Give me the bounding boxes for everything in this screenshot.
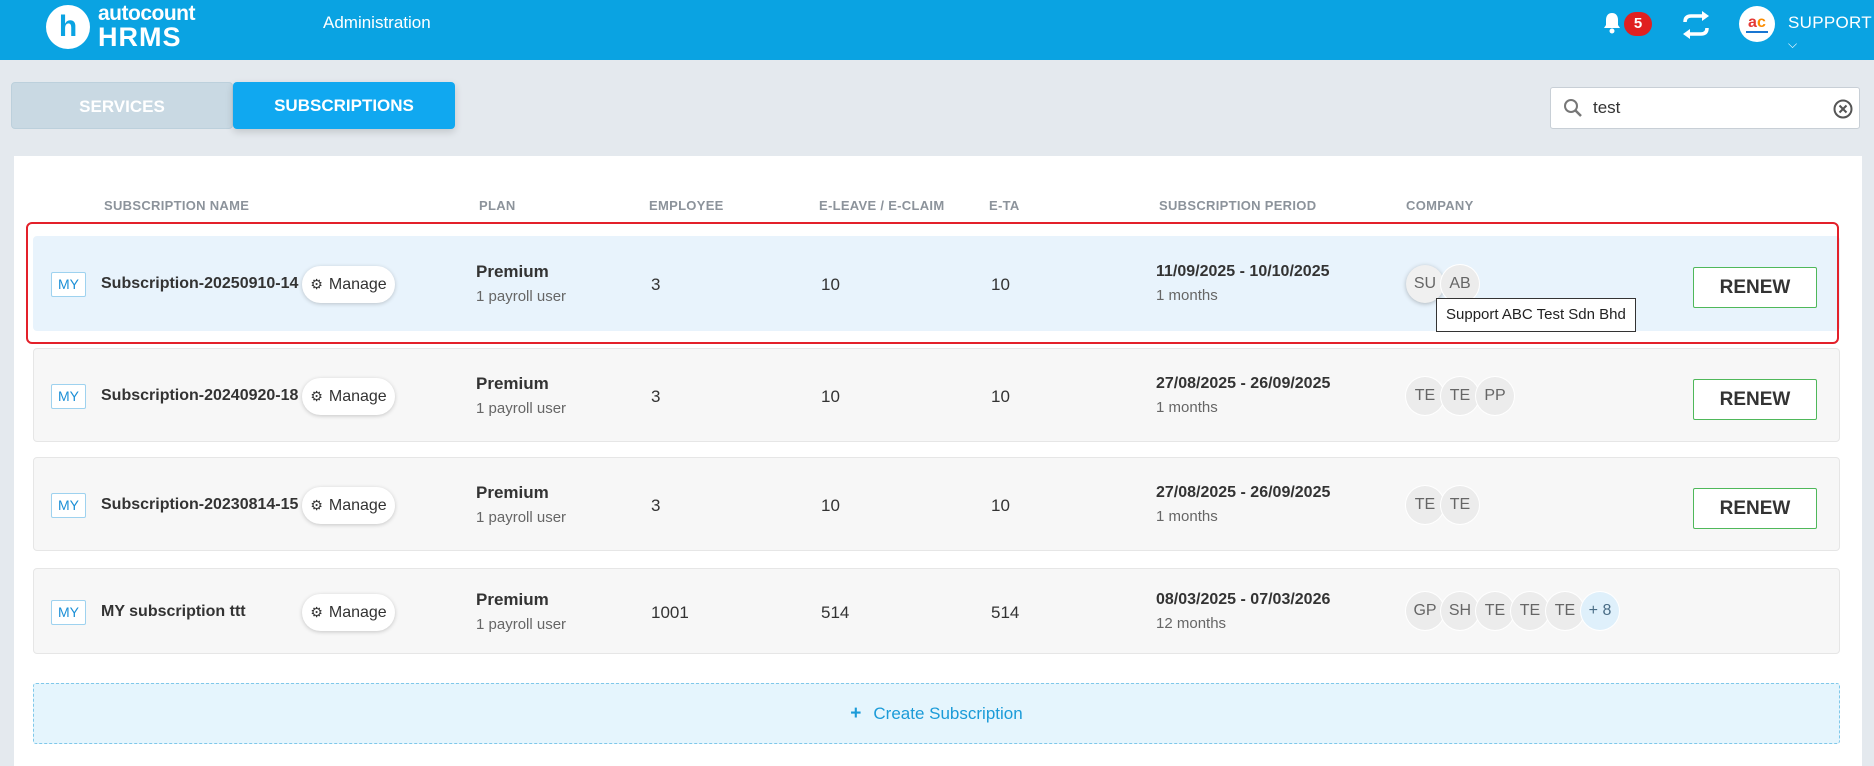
company-avatar[interactable]: TE <box>1511 592 1549 630</box>
subscription-name: Subscription-20240920-18 <box>101 387 299 404</box>
more-companies-chip[interactable]: + 8 <box>1581 592 1619 630</box>
plan-cell: Premium 1 payroll user <box>476 590 566 633</box>
period-range: 27/08/2025 - 26/09/2025 <box>1156 375 1331 392</box>
eleave-eclaim-count: 10 <box>821 496 840 515</box>
period-duration: 12 months <box>1156 615 1227 632</box>
country-badge: MY <box>51 384 86 409</box>
plan-cell: Premium 1 payroll user <box>476 374 566 417</box>
gear-icon: ⚙ <box>310 497 323 513</box>
create-subscription-button[interactable]: + Create Subscription <box>33 683 1840 744</box>
period-cell: 27/08/2025 - 26/09/2025 1 months <box>1156 484 1330 525</box>
company-avatars: TE TE <box>1406 486 1479 524</box>
period-duration: 1 months <box>1156 399 1218 416</box>
gear-icon: ⚙ <box>310 604 323 620</box>
eleave-eclaim-count: 514 <box>821 603 850 622</box>
manage-label: Manage <box>328 387 387 405</box>
svg-text:c: c <box>1757 14 1766 31</box>
country-badge: MY <box>51 493 86 518</box>
nav-administration[interactable]: Administration <box>323 13 431 33</box>
plan-detail: 1 payroll user <box>476 509 567 526</box>
renew-button[interactable]: RENEW <box>1693 488 1817 529</box>
create-subscription-label: Create Subscription <box>873 703 1023 723</box>
col-header-subscription-name: SUBSCRIPTION NAME <box>104 198 250 213</box>
col-header-company: COMPANY <box>1406 198 1474 213</box>
company-avatar[interactable]: SH <box>1441 592 1479 630</box>
app-logo[interactable]: h autocount HRMS <box>46 3 195 51</box>
company-avatar[interactable]: TE <box>1441 486 1479 524</box>
plan-detail: 1 payroll user <box>476 616 567 633</box>
notification-badge: 5 <box>1624 12 1652 36</box>
plan-name: Premium <box>476 483 549 502</box>
tab-subscriptions[interactable]: SUBSCRIPTIONS <box>233 82 455 129</box>
logo-mark: h <box>46 5 90 49</box>
top-header: h autocount HRMS Administration 5 a c SU… <box>0 0 1874 60</box>
plan-cell: Premium 1 payroll user <box>476 483 566 526</box>
period-cell: 08/03/2025 - 07/03/2026 12 months <box>1156 591 1330 632</box>
company-tooltip: Support ABC Test Sdn Bhd <box>1436 298 1636 332</box>
plan-name: Premium <box>476 374 549 393</box>
eta-count: 10 <box>991 387 1010 406</box>
manage-label: Manage <box>328 496 387 514</box>
company-avatar[interactable]: TE <box>1406 486 1444 524</box>
company-avatar[interactable]: PP <box>1476 377 1514 415</box>
subscription-name: MY subscription ttt <box>101 603 246 620</box>
company-avatars: GP SH TE TE TE + 8 <box>1406 592 1619 630</box>
manage-button[interactable]: ⚙ Manage <box>302 594 395 631</box>
eleave-eclaim-count: 10 <box>821 387 840 406</box>
user-menu[interactable]: SUPPORT ⌵ <box>1788 13 1874 53</box>
search-input[interactable] <box>1593 96 1813 120</box>
company-avatar[interactable]: TE <box>1476 592 1514 630</box>
logo-text-top: autocount <box>98 2 195 25</box>
sync-icon[interactable] <box>1680 10 1712 40</box>
tab-services[interactable]: SERVICES <box>11 82 233 129</box>
company-avatars: TE TE PP <box>1406 377 1514 415</box>
plus-icon: + <box>850 702 862 724</box>
gear-icon: ⚙ <box>310 388 323 404</box>
manage-button[interactable]: ⚙ Manage <box>302 378 395 415</box>
clear-search-icon[interactable] <box>1833 99 1853 119</box>
eta-count: 514 <box>991 603 1020 622</box>
period-duration: 1 months <box>1156 508 1218 525</box>
user-avatar[interactable]: a c <box>1739 6 1775 42</box>
col-header-eta: E-TA <box>989 198 1020 213</box>
svg-text:a: a <box>1748 14 1757 31</box>
period-range: 27/08/2025 - 26/09/2025 <box>1156 484 1331 501</box>
company-avatar[interactable]: TE <box>1546 592 1584 630</box>
employee-count: 1001 <box>651 603 689 622</box>
company-avatar[interactable]: GP <box>1406 592 1444 630</box>
employee-count: 3 <box>651 387 661 406</box>
manage-label: Manage <box>328 603 387 621</box>
subscription-name: Subscription-20230814-15 <box>101 496 299 513</box>
col-header-employee: EMPLOYEE <box>649 198 724 213</box>
col-header-plan: PLAN <box>479 198 516 213</box>
col-header-subscription-period: SUBSCRIPTION PERIOD <box>1159 198 1317 213</box>
plan-detail: 1 payroll user <box>476 400 567 417</box>
bell-icon[interactable] <box>1602 12 1622 34</box>
manage-button[interactable]: ⚙ Manage <box>302 487 395 524</box>
col-header-eleave-eclaim: E-LEAVE / E-CLAIM <box>819 198 945 213</box>
company-avatar[interactable]: TE <box>1406 377 1444 415</box>
eta-count: 10 <box>991 496 1010 515</box>
plan-name: Premium <box>476 590 549 609</box>
search-icon <box>1564 99 1582 117</box>
logo-text-bottom: HRMS <box>98 22 182 52</box>
period-range: 08/03/2025 - 07/03/2026 <box>1156 591 1331 608</box>
user-label: SUPPORT <box>1788 13 1872 32</box>
country-badge: MY <box>51 600 86 625</box>
chevron-down-icon: ⌵ <box>1788 37 1798 51</box>
company-avatar[interactable]: TE <box>1441 377 1479 415</box>
employee-count: 3 <box>651 496 661 515</box>
renew-button[interactable]: RENEW <box>1693 379 1817 420</box>
period-cell: 27/08/2025 - 26/09/2025 1 months <box>1156 375 1330 416</box>
search-box <box>1550 87 1860 129</box>
